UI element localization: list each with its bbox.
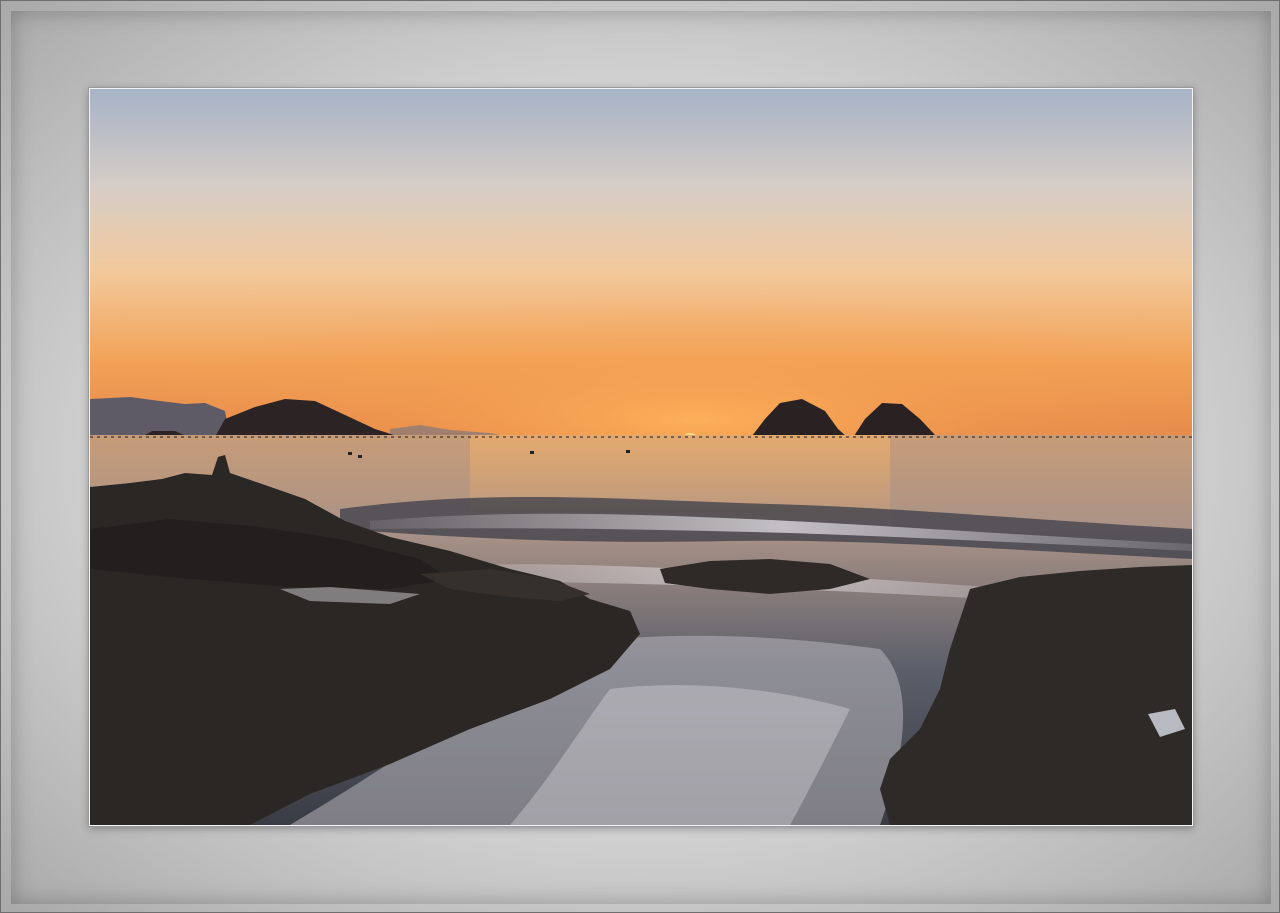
buoy bbox=[348, 452, 352, 455]
sun-glow bbox=[90, 209, 1192, 439]
buoy bbox=[358, 455, 362, 458]
buoy bbox=[530, 451, 534, 454]
sunset-seascape-image bbox=[90, 89, 1192, 825]
photo-frame bbox=[0, 0, 1280, 913]
buoy bbox=[626, 450, 630, 453]
sunset-photo bbox=[89, 88, 1193, 826]
